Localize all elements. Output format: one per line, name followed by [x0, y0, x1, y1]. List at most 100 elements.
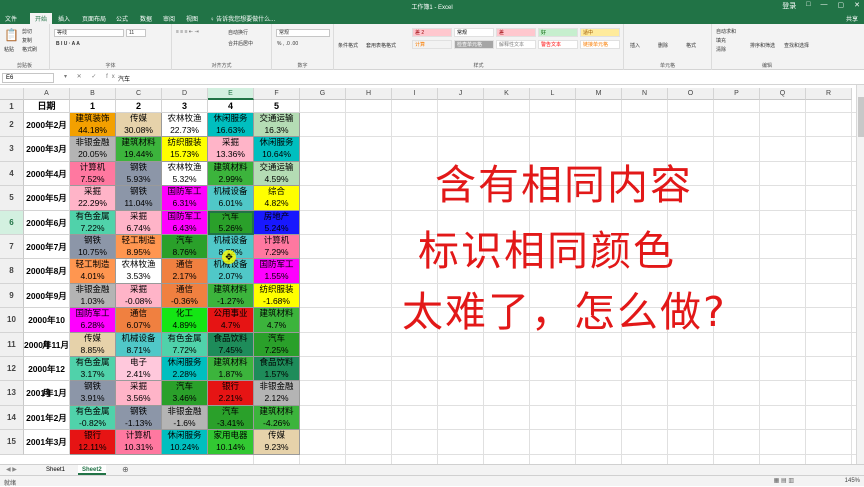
data-cell[interactable]: 化工 4.89%	[162, 308, 208, 333]
data-cell[interactable]: 纺织服装 -1.68%	[254, 283, 300, 309]
cell-style-1[interactable]: 常规	[454, 28, 494, 37]
font-format-buttons[interactable]: B I U · A A	[56, 41, 80, 47]
window-control-1[interactable]: □	[806, 1, 810, 11]
row-header[interactable]: 11	[0, 332, 24, 357]
wrap-text-button[interactable]: 自动换行	[228, 29, 248, 36]
copy-button[interactable]: 复制	[22, 37, 32, 44]
data-cell[interactable]: 休闲服务 10.64%	[254, 137, 300, 162]
data-cell[interactable]: 传媒 30.08%	[116, 113, 162, 138]
header-col[interactable]: 2	[116, 100, 162, 113]
column-header[interactable]: C	[116, 88, 162, 100]
row-header[interactable]: 9	[0, 283, 24, 309]
data-cell[interactable]: 计算机 10.31%	[116, 430, 162, 455]
date-cell[interactable]: 2000年2月	[24, 113, 70, 138]
data-cell[interactable]: 有色金属 3.17%	[70, 357, 116, 382]
column-header[interactable]: E	[208, 88, 254, 100]
data-cell[interactable]: 交通运输 4.59%	[254, 161, 300, 187]
tab-0[interactable]: 文件	[5, 14, 17, 23]
cell-style-2[interactable]: 差	[496, 28, 536, 37]
data-cell[interactable]: 计算机 7.52%	[70, 161, 116, 187]
date-cell[interactable]: 2000年3月	[24, 137, 70, 162]
data-cell[interactable]: 休闲服务 16.63%	[208, 113, 254, 138]
data-cell[interactable]: 休闲服务 10.24%	[162, 430, 208, 455]
data-cell[interactable]: 非银金融 -1.6%	[162, 405, 208, 431]
data-cell[interactable]: 家用电器 10.14%	[208, 430, 254, 455]
data-cell[interactable]: 计算机 7.29%	[254, 235, 300, 260]
tab-8[interactable]: ♀ 告诉我您想要做什么...	[210, 14, 275, 23]
column-header[interactable]: K	[484, 88, 530, 100]
column-header[interactable]: H	[346, 88, 392, 100]
column-header[interactable]: O	[668, 88, 714, 100]
select-all-corner[interactable]	[0, 88, 24, 100]
share-button[interactable]: 共享	[846, 14, 858, 23]
paste-icon[interactable]: 📋	[4, 28, 19, 42]
data-cell[interactable]: 国防军工 1.55%	[254, 259, 300, 284]
data-cell[interactable]: 建筑材料 -1.27%	[208, 283, 254, 309]
date-cell[interactable]: 2000年12月	[24, 357, 70, 398]
row-header[interactable]: 7	[0, 235, 24, 260]
data-cell[interactable]: 国防军工 6.28%	[70, 308, 116, 333]
data-cell[interactable]: 国防军工 6.43%	[162, 210, 208, 235]
data-cell[interactable]: 有色金属 -0.82%	[70, 405, 116, 431]
cell-style-3[interactable]: 好	[538, 28, 578, 37]
data-cell[interactable]: 通信 6.07%	[116, 308, 162, 333]
row-header[interactable]: 1	[0, 100, 24, 113]
header-col[interactable]: 4	[208, 100, 254, 113]
cell-style-7[interactable]: 解释性文本	[496, 40, 536, 49]
data-cell[interactable]: 农林牧渔 5.32%	[162, 161, 208, 187]
formula-icons[interactable]: ▾ ✕ ✓ fx	[64, 73, 119, 80]
tab-1[interactable]: 开始	[30, 13, 53, 24]
data-cell[interactable]: 汽车 7.25%	[254, 332, 300, 357]
data-cell[interactable]: 钢铁 11.04%	[116, 186, 162, 211]
data-cell[interactable]: 电子 2.41%	[116, 357, 162, 382]
clear-button[interactable]: 清除	[716, 46, 726, 53]
column-header[interactable]: B	[70, 88, 116, 100]
column-header[interactable]: P	[714, 88, 760, 100]
column-header[interactable]: N	[622, 88, 668, 100]
data-cell[interactable]: 食品饮料 1.57%	[254, 357, 300, 382]
row-header[interactable]: 14	[0, 405, 24, 431]
data-cell[interactable]: 钢铁 10.75%	[70, 235, 116, 260]
window-control-2[interactable]: —	[821, 1, 828, 11]
cell-style-6[interactable]: 检查单元格	[454, 40, 494, 49]
view-buttons[interactable]: ▦ ▤ ▥	[774, 477, 794, 484]
add-sheet-icon[interactable]: ⊕	[118, 465, 133, 475]
date-cell[interactable]: 2001年3月	[24, 430, 70, 455]
data-cell[interactable]: 房地产 5.24%	[254, 210, 300, 235]
spreadsheet-grid[interactable]: A B C D E F G H I J K L M N O P Q R 1 2 3 4 5 6 7 8 9 10 11 12 13 14 15 日…	[0, 88, 856, 464]
row-header[interactable]: 4	[0, 161, 24, 187]
column-header[interactable]: A	[24, 88, 70, 100]
data-cell[interactable]: 通信 -0.36%	[162, 283, 208, 309]
format-cells-button[interactable]: 格式	[686, 42, 696, 49]
data-cell[interactable]: 汽车 3.46%	[162, 381, 208, 406]
date-cell[interactable]: 2000年4月	[24, 161, 70, 187]
window-controls[interactable]: 登录 □ — ▢ ✕	[782, 1, 860, 11]
autosum-button[interactable]: 自动求和	[716, 28, 736, 35]
sheet-tab[interactable]: Sheet1	[42, 465, 69, 475]
data-cell[interactable]: 钢铁 3.91%	[70, 381, 116, 406]
scroll-thumb[interactable]	[858, 97, 864, 137]
data-cell[interactable]: 农林牧渔 22.73%	[162, 113, 208, 138]
row-header[interactable]: 5	[0, 186, 24, 211]
data-cell[interactable]: 建筑材料 1.87%	[208, 357, 254, 382]
data-cell[interactable]: 轻工制造 8.95%	[116, 235, 162, 260]
column-header[interactable]: M	[576, 88, 622, 100]
data-cell[interactable]: 非银金融 20.05%	[70, 137, 116, 162]
column-header[interactable]: G	[300, 88, 346, 100]
data-cell[interactable]: 钢铁 5.93%	[116, 161, 162, 187]
format-painter-button[interactable]: 格式刷	[22, 46, 37, 53]
cut-button[interactable]: 剪切	[22, 28, 32, 35]
tab-7[interactable]: 视图	[186, 14, 198, 23]
column-header[interactable]: J	[438, 88, 484, 100]
sheet-nav-arrows[interactable]: ◀ ▶	[2, 465, 21, 475]
format-as-table-button[interactable]: 套用表格格式	[366, 42, 396, 49]
tab-5[interactable]: 数据	[140, 14, 152, 23]
data-cell[interactable]: 采掘 6.74%	[116, 210, 162, 235]
date-cell[interactable]: 2000年11月	[24, 332, 70, 357]
formula-input[interactable]: 汽车	[118, 74, 130, 83]
data-cell[interactable]: 传媒 9.23%	[254, 430, 300, 455]
name-box[interactable]: E6	[2, 73, 54, 83]
data-cell[interactable]: 通信 2.17%	[162, 259, 208, 284]
sort-filter-button[interactable]: 排序和筛选	[750, 42, 775, 49]
date-cell[interactable]: 2000年10月	[24, 308, 70, 350]
